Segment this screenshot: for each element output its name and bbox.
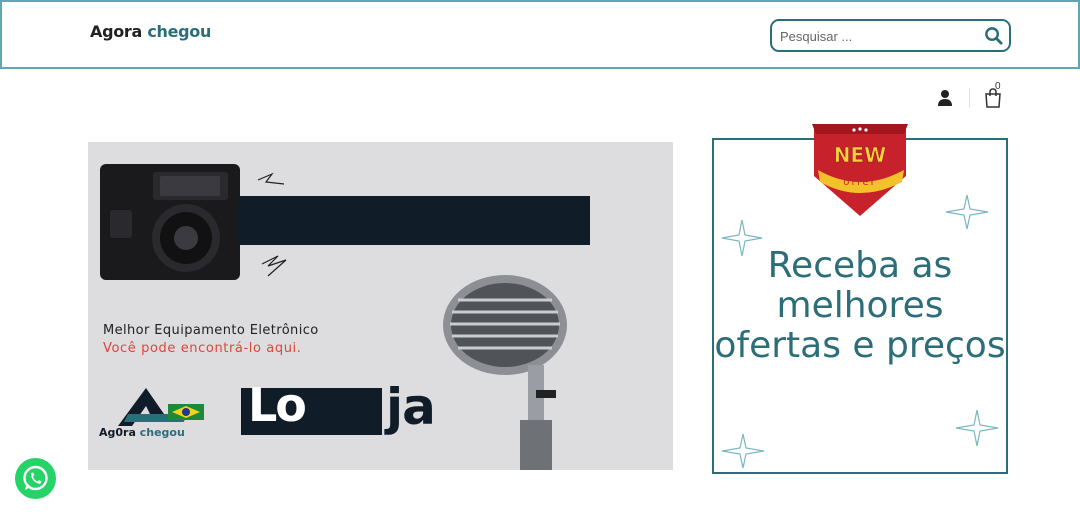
brand-part1: Agora [90,22,143,41]
user-icon[interactable] [936,89,954,107]
new-offer-badge: NEW offer [812,124,908,216]
banner-subheadline: Você pode encontrá-lo aqui. [103,341,302,356]
store-logo-icon [118,388,204,426]
badge-new-text: NEW [834,143,886,167]
search-input[interactable] [780,27,980,45]
loja-text-part2: ja [386,378,436,436]
promo-text: Receba as melhores ofertas e preços [714,245,1006,366]
store-logo-text: Ag0ra chegou [99,426,185,439]
banner-headline: Melhor Equipamento Eletrônico [103,323,319,338]
logo-part2: chegou [139,426,185,439]
sound-waves-decoration [257,172,287,277]
header-icons-divider [969,88,970,108]
hero-banner[interactable]: Melhor Equipamento Eletrônico Você pode … [88,142,673,470]
sparkle-icon [955,409,999,447]
whatsapp-icon [23,465,48,491]
loja-text-part1: Lo [248,378,307,432]
badge-offer-text: offer [843,177,876,188]
cart-count: 0 [995,81,1001,92]
sparkle-icon [945,194,989,230]
whatsapp-button[interactable] [15,458,56,499]
site-header: Agora chegou [0,0,1080,69]
search-icon[interactable] [984,26,1003,45]
brand-logo[interactable]: Agora chegou [90,22,211,41]
speaker-image [100,164,240,280]
brand-part2: chegou [147,22,212,41]
sparkle-icon [721,219,763,257]
sparkle-icon [721,433,765,469]
search-box [770,19,1011,52]
logo-part1: Ag0ra [99,426,136,439]
microphone-image [443,275,567,470]
